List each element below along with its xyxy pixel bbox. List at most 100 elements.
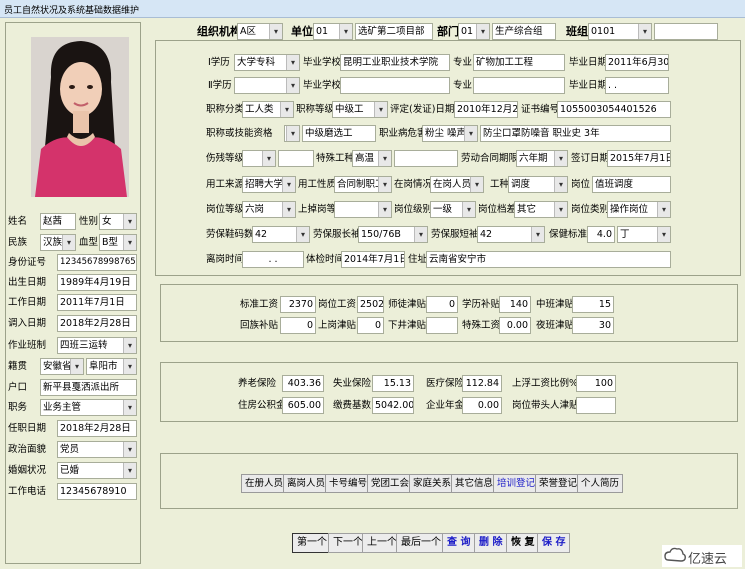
coat-select[interactable]: 150/76B xyxy=(358,226,428,243)
disab-select[interactable] xyxy=(242,150,276,167)
uppost-select[interactable] xyxy=(334,201,392,218)
tab-honors[interactable]: 荣誉登记 xyxy=(535,474,582,493)
transfer-field[interactable]: 2018年2月28日 xyxy=(57,315,137,332)
base-field[interactable]: 5042.00 xyxy=(372,397,414,414)
care-grade-select[interactable]: 丁 xyxy=(617,226,671,243)
post-salary-field[interactable]: 2502 xyxy=(357,296,384,313)
lead-field[interactable] xyxy=(576,397,616,414)
night-shift-field[interactable]: 30 xyxy=(572,317,614,334)
team-name-field[interactable] xyxy=(654,23,718,40)
skill-field[interactable]: 中级磨选工 xyxy=(302,125,376,142)
contract-select[interactable]: 六年期 xyxy=(516,150,568,167)
dept-name-field[interactable]: 生产综合组 xyxy=(492,23,556,40)
skill-select[interactable] xyxy=(284,125,300,142)
std-salary-field[interactable]: 2370 xyxy=(280,296,316,313)
postlvl-select[interactable]: 六岗 xyxy=(242,201,296,218)
grad2-field[interactable]: . . xyxy=(605,77,669,94)
politics-select[interactable]: 党员 xyxy=(57,441,137,458)
hukou-field[interactable]: 新平县戛洒派出所 xyxy=(40,379,137,396)
ratio-field[interactable]: 100 xyxy=(576,375,616,392)
school-allow-field[interactable]: 140 xyxy=(499,296,531,313)
dept-code-select[interactable]: 01 xyxy=(458,23,490,40)
nature-label: 用工性质 xyxy=(298,179,337,190)
title-level-select[interactable]: 中级工 xyxy=(332,101,388,118)
org-select[interactable]: A区 xyxy=(237,23,283,40)
last-button[interactable]: 最后一个 xyxy=(396,533,446,553)
delete-button[interactable]: 删 除 xyxy=(474,533,508,553)
team-code-select[interactable]: 0101 xyxy=(588,23,652,40)
postfile-select[interactable]: 其它 xyxy=(514,201,568,218)
tab-departed[interactable]: 离岗人员 xyxy=(283,474,330,493)
grad1-field[interactable]: 2011年6月30日 xyxy=(605,54,669,71)
eval-date-field[interactable]: 2010年12月20日 xyxy=(454,101,518,118)
phone-field[interactable]: 12345678910 xyxy=(57,483,137,500)
work-date-field[interactable]: 2011年7月1日 xyxy=(57,294,137,311)
unemp-field[interactable]: 15.13 xyxy=(372,375,414,392)
special-select[interactable]: 高温 xyxy=(352,150,392,167)
native-city-select[interactable]: 阜阳市 xyxy=(86,358,137,375)
addr-field[interactable]: 云南省安宁市 xyxy=(426,251,671,268)
postcat-select[interactable]: 一级 xyxy=(430,201,476,218)
tab-party[interactable]: 党团工会 xyxy=(367,474,414,493)
tab-other[interactable]: 其它信息 xyxy=(451,474,498,493)
short-select[interactable]: 42 xyxy=(477,226,545,243)
cert-field[interactable]: 1055003054401526 xyxy=(557,101,671,118)
medical-field[interactable]: 112.84 xyxy=(462,375,502,392)
first-button[interactable]: 第一个 xyxy=(292,533,332,553)
tab-training[interactable]: 培训登记 xyxy=(493,474,540,493)
jobtype-select[interactable]: 调度 xyxy=(508,176,568,193)
down-allow-field[interactable] xyxy=(426,317,458,334)
post-field[interactable]: 值班调度 xyxy=(592,176,671,193)
query-button[interactable]: 查 询 xyxy=(442,533,476,553)
marital-select[interactable]: 已婚 xyxy=(57,462,137,479)
gender-select[interactable]: 女 xyxy=(99,213,137,230)
special-salary-field[interactable]: 0.00 xyxy=(499,317,531,334)
unit-name-field[interactable]: 选矿第二项目部 xyxy=(355,23,433,40)
status-select[interactable]: 在岗人员 xyxy=(430,176,484,193)
annuity-field[interactable]: 0.00 xyxy=(462,397,502,414)
housing-field[interactable]: 605.00 xyxy=(282,397,324,414)
tab-registered[interactable]: 在册人员 xyxy=(241,474,288,493)
mid-shift-field[interactable]: 15 xyxy=(572,296,614,313)
source-select[interactable]: 招聘大学生 xyxy=(242,176,296,193)
edu1-select[interactable]: 大学专科 xyxy=(234,54,300,71)
up-allow-field[interactable]: 0 xyxy=(357,317,384,334)
care-value-field[interactable]: 4.0 xyxy=(587,226,615,243)
title-cat-select[interactable]: 工人类 xyxy=(242,101,294,118)
leave-field[interactable]: . . xyxy=(242,251,304,268)
unit-label: 单位 xyxy=(291,25,313,38)
short-label: 劳保服短袖 xyxy=(431,229,479,240)
position-select[interactable]: 业务主管 xyxy=(40,399,137,416)
shoe-select[interactable]: 42 xyxy=(252,226,310,243)
hui-allow-field[interactable]: 0 xyxy=(280,317,316,334)
tab-card-number[interactable]: 卡号编号 xyxy=(325,474,372,493)
hazard-desc-field[interactable]: 防尘口罩防噪音 职业史 3年 xyxy=(480,125,671,142)
unit-code-select[interactable]: 01 xyxy=(313,23,353,40)
major2-field[interactable] xyxy=(473,77,565,94)
name-field[interactable]: 赵茜 xyxy=(40,213,76,230)
posttype-select[interactable]: 操作岗位 xyxy=(607,201,671,218)
tab-resume[interactable]: 个人简历 xyxy=(577,474,624,493)
pension-field[interactable]: 403.36 xyxy=(282,375,324,392)
master-field[interactable]: 0 xyxy=(426,296,458,313)
disab-field[interactable] xyxy=(278,150,314,167)
nature-select[interactable]: 合同制职工 xyxy=(334,176,392,193)
major1-field[interactable]: 矿物加工工程 xyxy=(473,54,565,71)
tab-family[interactable]: 家庭关系 xyxy=(409,474,456,493)
appoint-field[interactable]: 2018年2月28日 xyxy=(57,420,137,437)
ethnic-select[interactable]: 汉族 xyxy=(40,234,76,251)
blood-select[interactable]: B型 xyxy=(99,234,137,251)
hazard-select[interactable]: 粉尘 噪声 xyxy=(422,125,478,142)
school1-field[interactable]: 昆明工业职业技术学院 xyxy=(340,54,450,71)
shift-select[interactable]: 四班三运转 xyxy=(57,337,137,354)
special-field[interactable] xyxy=(394,150,458,167)
edu2-select[interactable] xyxy=(234,77,300,94)
restore-button[interactable]: 恢 复 xyxy=(506,533,540,553)
native-prov-select[interactable]: 安徽省 xyxy=(40,358,84,375)
birth-field[interactable]: 1989年4月19日 xyxy=(57,274,137,291)
school2-field[interactable] xyxy=(340,77,450,94)
save-button[interactable]: 保 存 xyxy=(537,533,571,553)
id-field[interactable]: 123456789987654321 xyxy=(57,254,137,271)
exam-field[interactable]: 2014年7月1日 xyxy=(341,251,405,268)
sign-field[interactable]: 2015年7月1日 xyxy=(607,150,671,167)
